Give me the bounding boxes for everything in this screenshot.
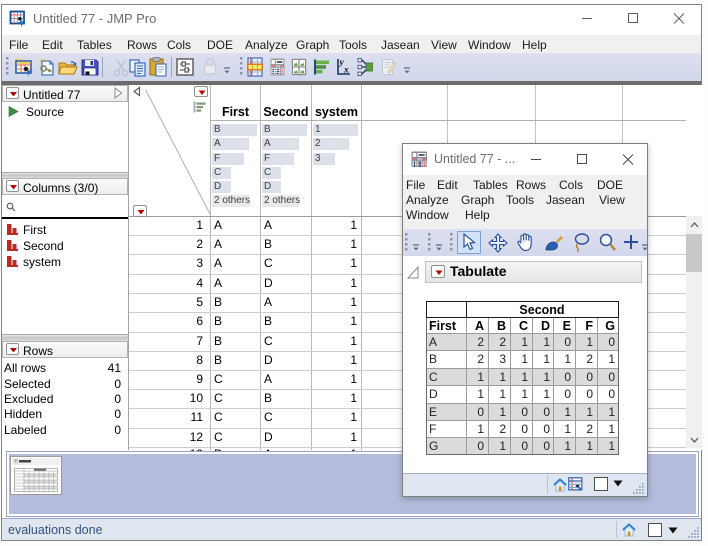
svg-text:x: x bbox=[343, 66, 349, 76]
